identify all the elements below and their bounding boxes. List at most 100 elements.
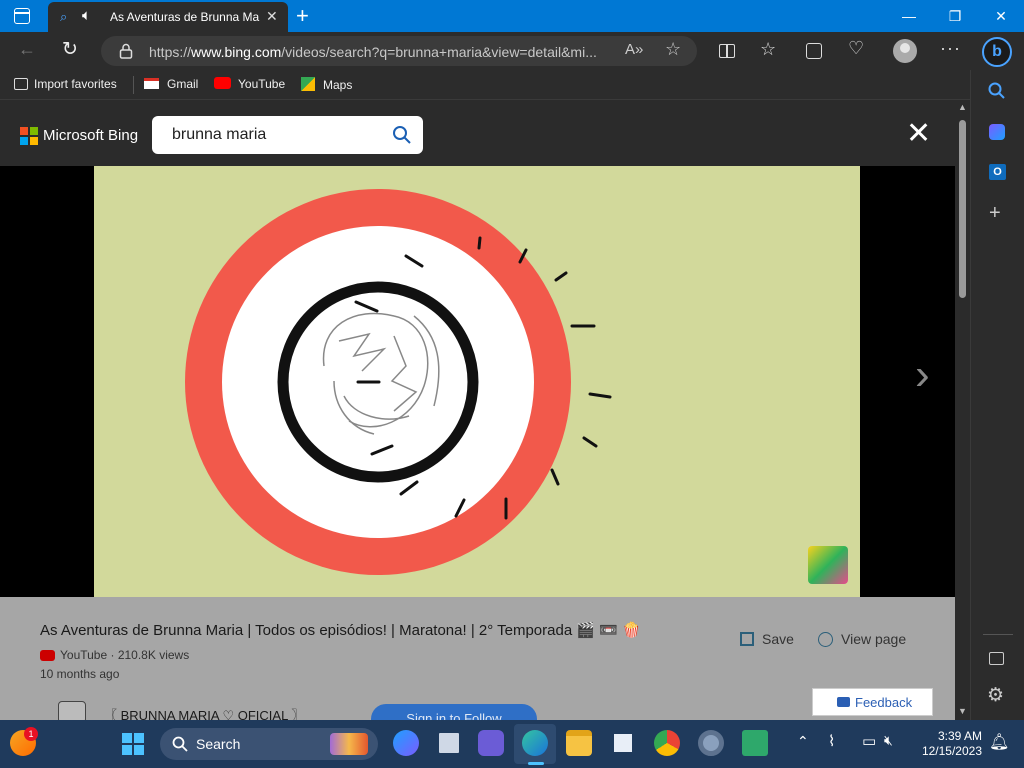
save-icon (740, 632, 754, 646)
favorite-label: Gmail (167, 77, 199, 91)
divider (983, 634, 1013, 635)
browser-essentials-icon[interactable]: ♡ (848, 38, 864, 59)
tab-close-button[interactable]: ✕ (266, 8, 278, 25)
volume-muted-icon[interactable]: 🔇︎ (884, 732, 893, 749)
chrome-icon[interactable] (654, 730, 680, 756)
refresh-icon[interactable]: ↻ (62, 38, 78, 61)
copilot-sidebar-icon[interactable] (989, 124, 1005, 140)
video-source-views: YouTube · 210.8K views (60, 648, 190, 662)
search-icon[interactable] (392, 125, 412, 145)
scroll-up-arrow[interactable]: ▲ (958, 102, 967, 112)
video-info-panel: As Aventuras de Brunna Maria | Todos os … (0, 597, 955, 720)
more-options-icon[interactable]: ··· (940, 38, 961, 59)
clock-date: 12/15/2023 (921, 744, 982, 758)
favorites-bar: Import favorites Gmail YouTube Maps (0, 70, 970, 100)
view-page-button[interactable]: View page (818, 631, 906, 647)
save-label: Save (762, 631, 794, 647)
bing-search-icon: ⌕ (60, 9, 68, 24)
restore-button[interactable]: ❐ (932, 4, 978, 28)
clock-time: 3:39 AM (937, 729, 982, 743)
search-input[interactable]: brunna maria (172, 126, 266, 144)
favorites-icon[interactable]: ☆ (760, 39, 776, 60)
minimize-button[interactable]: — (886, 4, 932, 28)
view-page-label: View page (841, 631, 907, 647)
back-arrow-icon[interactable]: ← (18, 39, 36, 60)
favorite-star-icon[interactable]: ☆ (665, 39, 681, 60)
youtube-source-icon (40, 650, 55, 661)
title-bar: ⌕ 🔈︎ As Aventuras de Brunna Maria | Todo… (0, 0, 1024, 32)
start-windows-icon[interactable] (122, 733, 144, 755)
meet-chat-icon[interactable] (478, 730, 504, 756)
next-video-arrow[interactable]: › (915, 350, 930, 400)
import-icon (14, 78, 28, 90)
favorite-label: Import favorites (34, 77, 117, 91)
bing-search-box[interactable]: brunna maria (152, 116, 423, 154)
video-player[interactable] (94, 166, 860, 597)
video-thumbnail-graphic (185, 189, 612, 575)
edge-sidebar: O + ⚙ (970, 70, 1024, 720)
outlook-icon[interactable]: O (989, 164, 1006, 180)
collections-icon[interactable] (806, 43, 822, 59)
add-sidebar-app-icon[interactable]: + (989, 202, 1001, 225)
close-window-button[interactable]: ✕ (978, 4, 1024, 28)
gmail-link[interactable]: Gmail (144, 77, 198, 91)
split-screen-icon[interactable] (719, 44, 735, 58)
bing-logo-text[interactable]: Microsoft Bing (43, 127, 138, 144)
page-scrollbar[interactable]: ▲ ▼ (955, 100, 970, 720)
navigation-bar: ← ↻ https://www.bing.com/videos/search?q… (0, 32, 1024, 70)
url-text[interactable]: https://www.bing.com/videos/search?q=bru… (149, 44, 629, 60)
browser-tab-active[interactable]: ⌕ 🔈︎ As Aventuras de Brunna Maria | Todo… (48, 2, 288, 32)
favorite-label: Maps (323, 78, 353, 92)
microsoft-logo-icon[interactable] (20, 127, 38, 145)
copilot-preview-taskbar-icon[interactable] (393, 730, 419, 756)
network-offline-icon[interactable]: ⌇ (828, 732, 835, 750)
task-view-icon[interactable] (436, 730, 462, 756)
sidebar-settings-gear-icon[interactable]: ⚙ (987, 684, 1004, 707)
show-hidden-icons-chevron[interactable]: ⌃ (797, 733, 809, 750)
profile-avatar[interactable] (893, 39, 917, 63)
active-app-indicator (528, 762, 544, 765)
maps-link[interactable]: Maps (301, 77, 352, 92)
lock-icon[interactable] (119, 43, 133, 59)
audio-playing-icon[interactable]: 🔈︎ (82, 7, 91, 24)
bing-header: Microsoft Bing brunna maria ✕ (0, 100, 955, 166)
notification-badge: 1 (24, 727, 38, 741)
video-upload-age: 10 months ago (40, 667, 120, 681)
feedback-button[interactable]: Feedback (812, 688, 933, 716)
edge-browser-icon[interactable] (522, 730, 548, 756)
file-explorer-icon[interactable] (566, 730, 592, 756)
taskbar-search-box[interactable]: Search (160, 728, 378, 760)
tab-title: As Aventuras de Brunna Maria | Todos (110, 10, 260, 24)
maps-icon (301, 77, 315, 91)
scroll-down-arrow[interactable]: ▼ (958, 706, 967, 716)
import-favorites-link[interactable]: Import favorites (14, 77, 117, 91)
app-taskbar-icon[interactable] (742, 730, 768, 756)
close-viewer-button[interactable]: ✕ (906, 116, 931, 151)
channel-name[interactable]: 〖 BRUNNA MARIA ♡ OFICIAL 〗 (104, 705, 304, 720)
system-clock[interactable]: 3:39 AM 12/15/2023 (918, 729, 982, 759)
display-icon[interactable]: ▭ (862, 732, 876, 750)
new-tab-button[interactable]: + (296, 3, 309, 29)
scrollbar-thumb[interactable] (959, 120, 966, 298)
sidebar-search-icon[interactable] (988, 82, 1006, 100)
save-button[interactable]: Save (740, 631, 794, 647)
globe-icon (818, 632, 833, 647)
windows-taskbar: 1 Search ⌃ ⌇ ▭ 🔇︎ 3:39 AM 12/15/2023 🔔︎ (0, 720, 1024, 768)
workspaces-icon[interactable] (14, 8, 30, 24)
taskbar-search-label: Search (196, 736, 241, 752)
feedback-label: Feedback (855, 695, 913, 710)
settings-gear-taskbar-icon[interactable] (698, 730, 724, 756)
page-content: Microsoft Bing brunna maria ✕ › As Avent… (0, 100, 955, 720)
sign-in-to-follow-button[interactable]: Sign in to Follow (371, 704, 537, 720)
url-host: www.bing.com (191, 44, 282, 60)
youtube-icon (214, 77, 231, 89)
channel-avatar[interactable] (58, 701, 86, 720)
microsoft-store-icon[interactable] (610, 730, 636, 756)
read-aloud-icon[interactable]: A» (625, 41, 643, 58)
hide-sidebar-icon[interactable] (989, 652, 1004, 665)
youtube-link[interactable]: YouTube (214, 77, 285, 91)
copilot-icon[interactable]: b (982, 37, 1012, 67)
notification-bell-icon[interactable]: 🔔︎ (989, 732, 1009, 752)
address-bar[interactable]: https://www.bing.com/videos/search?q=bru… (101, 36, 697, 66)
video-title[interactable]: As Aventuras de Brunna Maria | Todos os … (40, 621, 641, 639)
